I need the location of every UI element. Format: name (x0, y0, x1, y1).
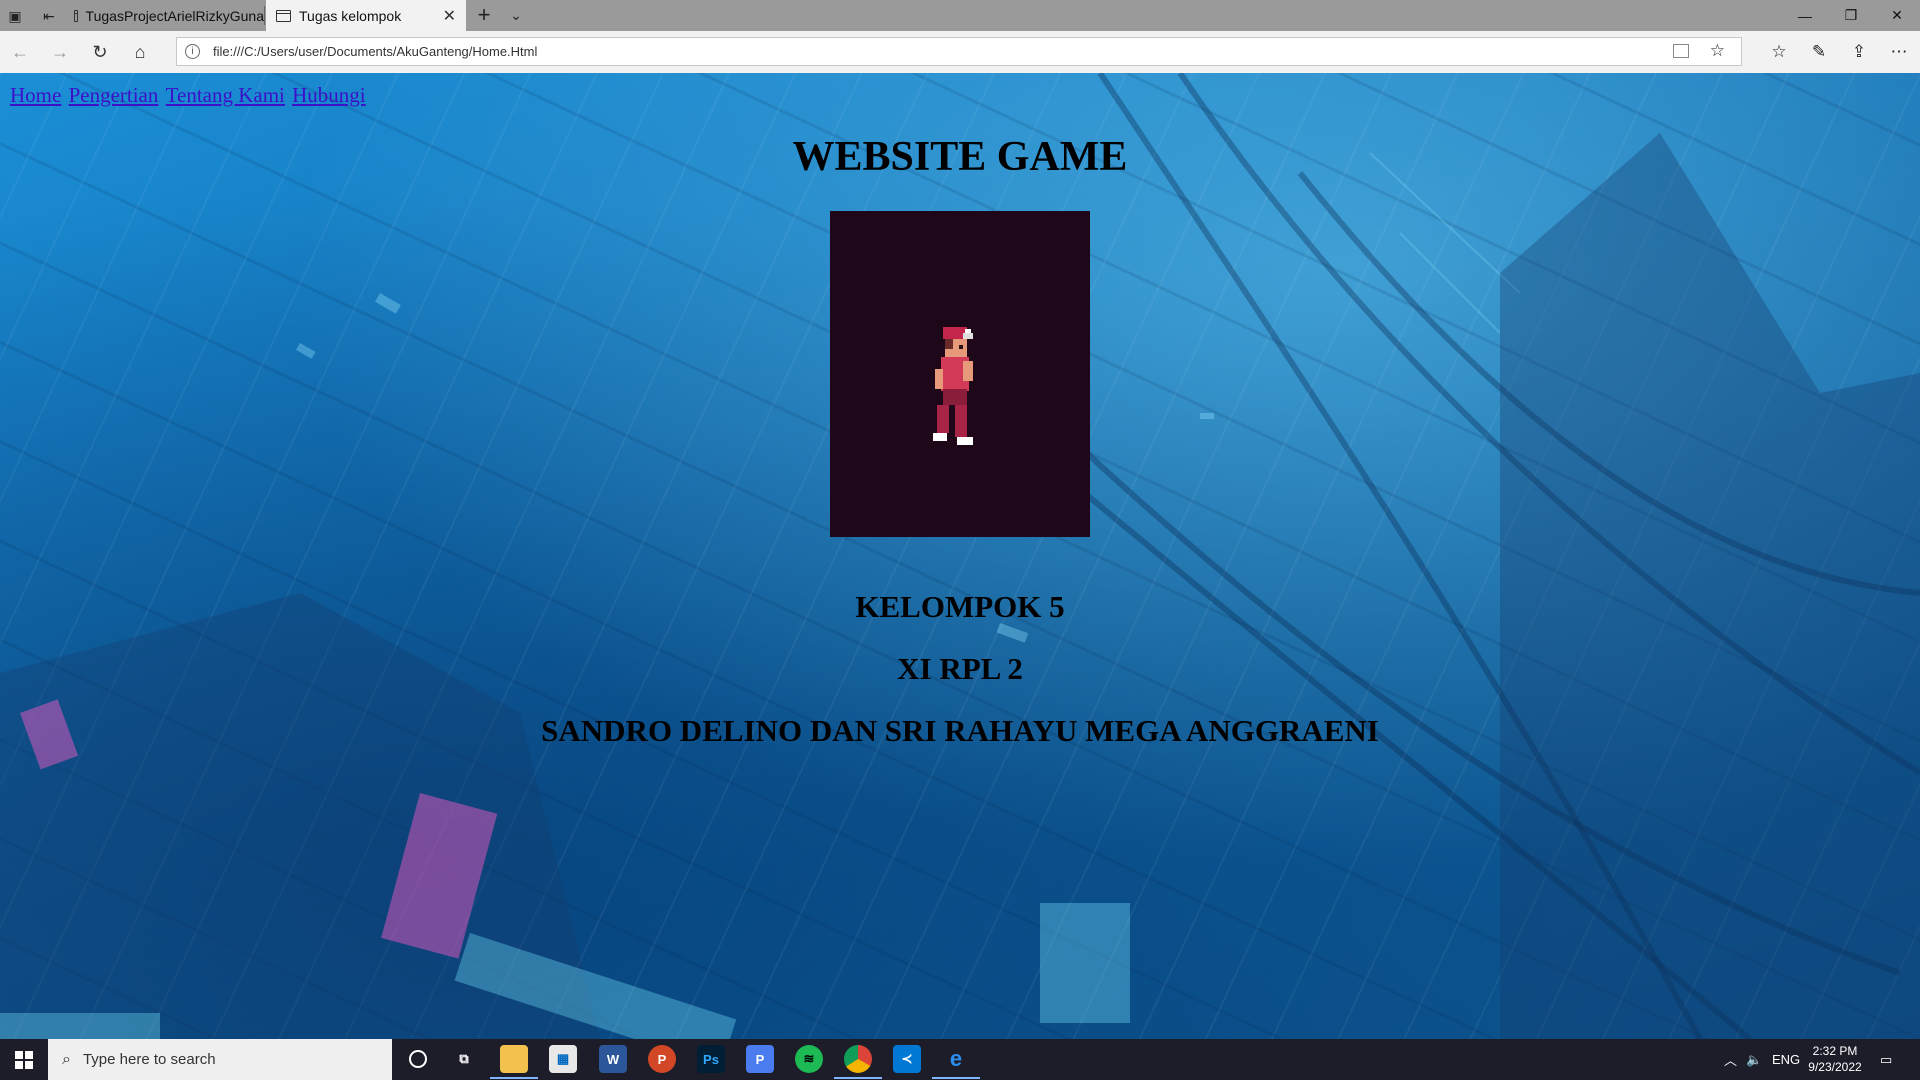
set-aside-tabs-icon[interactable]: ⇤ (38, 5, 60, 27)
game-character-image (830, 211, 1090, 537)
chrome-icon[interactable] (834, 1045, 882, 1079)
home-icon[interactable]: ⌂ (128, 40, 152, 64)
clock[interactable]: 2:32 PM 9/23/2022 (1800, 1043, 1870, 1075)
store-icon[interactable]: ▦ (549, 1045, 577, 1073)
clock-time: 2:32 PM (1812, 1044, 1858, 1058)
favorites-hub-icon[interactable]: ☆ (1766, 40, 1792, 64)
show-hidden-icons[interactable]: ︿ (1724, 1039, 1737, 1080)
close-tab-icon[interactable]: ✕ (443, 6, 456, 26)
pen-notes-icon[interactable]: ✎ (1806, 40, 1832, 64)
page-title: WEBSITE GAME (792, 134, 1128, 180)
minimize-button[interactable]: — (1782, 0, 1828, 31)
nav-link-home[interactable]: Home (10, 83, 61, 107)
class-heading: XI RPL 2 (897, 651, 1023, 686)
new-tab-button[interactable]: + (472, 2, 496, 27)
start-button[interactable] (0, 1039, 48, 1080)
site-nav: Home Pengertian Tentang Kami Hubungi (10, 83, 367, 108)
tab-label: Tugas kelompok (299, 7, 402, 24)
volume-icon[interactable]: 🔈 (1746, 1039, 1762, 1080)
spotify-icon[interactable]: ≋ (795, 1045, 823, 1073)
browser-titlebar: ▣ ⇤ TugasProjectArielRizkyGuna Tugas kel… (0, 0, 1920, 31)
forward-icon[interactable]: → (48, 40, 72, 64)
taskbar-search-box[interactable]: ⌕ Type here to search (48, 1039, 392, 1080)
tab-tugasproject[interactable]: TugasProjectArielRizkyGuna (64, 0, 264, 31)
photoshop-icon[interactable]: Ps (697, 1045, 725, 1073)
task-view-icon[interactable]: ⧉ (450, 1045, 478, 1073)
search-placeholder: Type here to search (82, 1051, 216, 1068)
word-icon[interactable]: W (599, 1045, 627, 1073)
clock-date: 9/23/2022 (1808, 1060, 1862, 1074)
cortana-icon[interactable] (404, 1045, 432, 1073)
back-icon[interactable]: ← (8, 40, 32, 64)
pixiv-icon[interactable]: P (746, 1045, 774, 1073)
site-info-icon[interactable]: i (185, 44, 200, 59)
close-window-button[interactable]: ✕ (1874, 0, 1920, 31)
restore-button[interactable]: ❐ (1828, 0, 1874, 31)
members-heading: SANDRO DELINO DAN SRI RAHAYU MEGA ANGGRA… (541, 713, 1379, 748)
tab-menu-chevron-icon[interactable]: ⌄ (506, 3, 526, 27)
webpage: Home Pengertian Tentang Kami Hubungi WEB… (0, 73, 1920, 1039)
address-bar[interactable]: i file:///C:/Users/user/Documents/AkuGan… (176, 37, 1742, 66)
page-icon (74, 9, 78, 22)
nav-link-tentang-kami[interactable]: Tentang Kami (166, 83, 285, 107)
share-icon[interactable]: ⇪ (1846, 40, 1872, 64)
windows-taskbar: ⌕ Type here to search ⧉ ▦ W P Ps P ≋ ≺ e… (0, 1039, 1920, 1080)
notifications-icon[interactable]: ▭ (1880, 1039, 1892, 1080)
tab-preview-icon[interactable]: ▣ (4, 5, 26, 27)
url-text[interactable]: file:///C:/Users/user/Documents/AkuGante… (213, 44, 537, 59)
nav-link-pengertian[interactable]: Pengertian (69, 83, 159, 107)
edge-icon[interactable]: e (932, 1045, 980, 1079)
tab-label: TugasProjectArielRizkyGuna (85, 7, 264, 24)
refresh-icon[interactable]: ↻ (88, 40, 112, 64)
reading-view-icon[interactable] (1673, 44, 1689, 58)
nav-link-hubungi[interactable]: Hubungi (292, 83, 366, 107)
page-icon (276, 9, 291, 22)
favorite-star-icon[interactable]: ☆ (1710, 41, 1725, 61)
language-indicator[interactable]: ENG (1772, 1039, 1800, 1080)
vscode-icon[interactable]: ≺ (893, 1045, 921, 1073)
file-explorer-icon[interactable] (490, 1045, 538, 1079)
tab-divider (264, 6, 265, 25)
group-heading: KELOMPOK 5 (855, 589, 1065, 624)
pixel-character-sprite (933, 327, 973, 445)
more-menu-icon[interactable]: ⋯ (1886, 40, 1912, 64)
search-icon: ⌕ (62, 1050, 71, 1068)
windows-logo-icon (15, 1050, 33, 1069)
powerpoint-icon[interactable]: P (648, 1045, 676, 1073)
tab-tugas-kelompok[interactable]: Tugas kelompok ✕ (266, 0, 466, 31)
browser-toolbar: ← → ↻ ⌂ i file:///C:/Users/user/Document… (0, 31, 1920, 74)
